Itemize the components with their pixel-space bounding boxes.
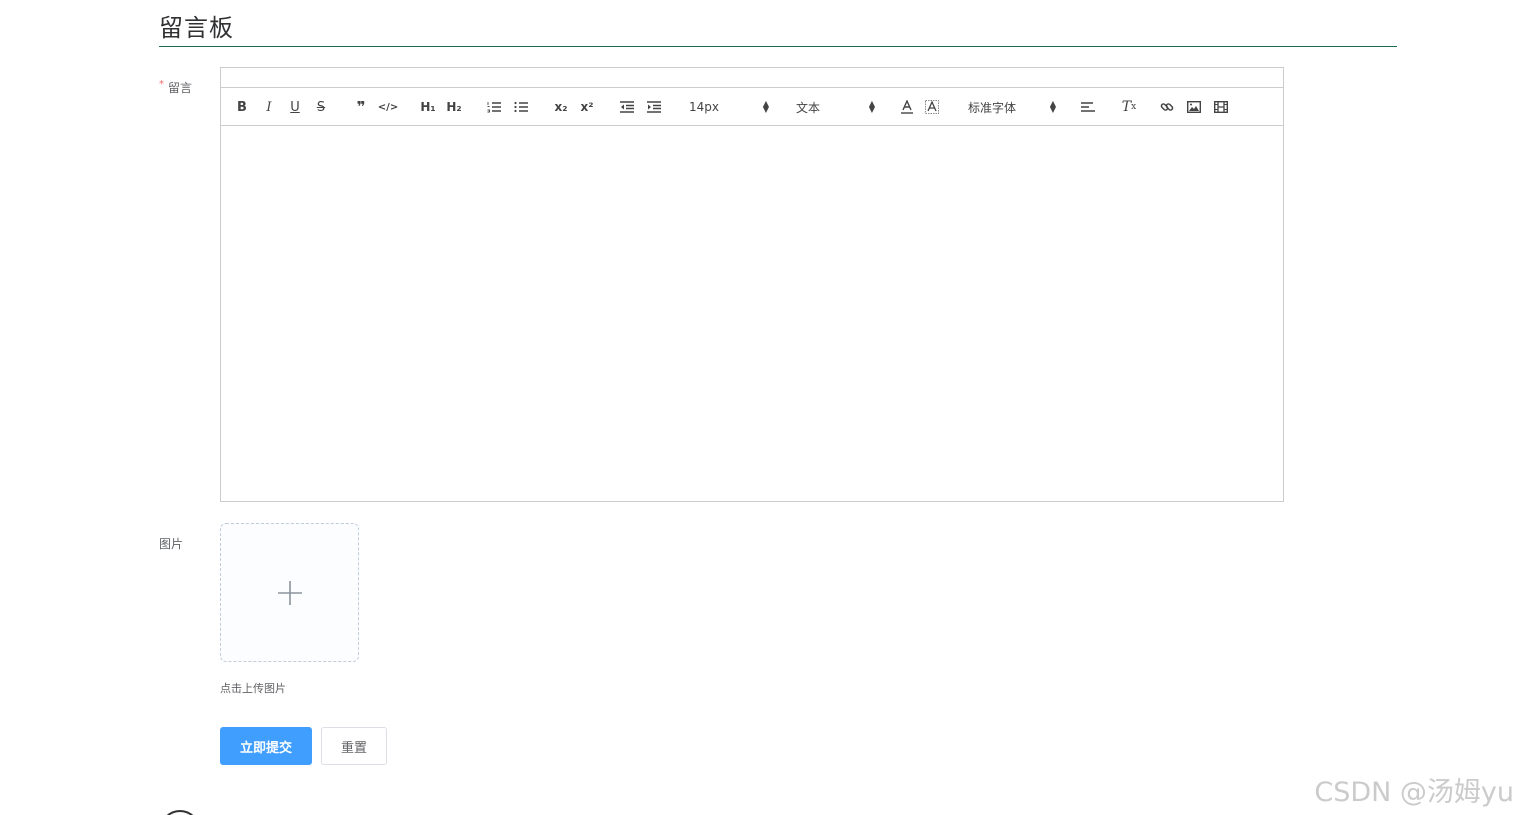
underline-icon[interactable]: U (287, 97, 303, 117)
video-icon[interactable] (1213, 97, 1229, 117)
editor-content-area[interactable] (221, 126, 1283, 499)
select-caret-icon: ▲ ▼ (762, 99, 769, 114)
message-label-text: 留言 (168, 81, 193, 95)
editor-toolbar: B I U S ❞ </> H₁ H₂ x₂ x² 14px ▲ ▼ 文本 ▲ ▼ (221, 88, 1283, 126)
font-size-select[interactable]: 14px ▲ ▼ (689, 96, 769, 118)
background-color-icon[interactable] (924, 97, 940, 117)
subscript-icon[interactable]: x₂ (552, 97, 570, 117)
select-caret-icon: ▲ ▼ (1049, 99, 1056, 114)
italic-icon[interactable]: I (261, 97, 277, 117)
bold-icon[interactable]: B (234, 97, 250, 117)
font-family-value: 标准字体 (968, 100, 1017, 115)
link-icon[interactable] (1159, 97, 1175, 117)
indent-icon[interactable] (646, 97, 662, 117)
message-label: * 留言 (159, 79, 192, 96)
header-value: 文本 (796, 100, 821, 115)
font-family-select[interactable]: 标准字体 ▲ ▼ (968, 96, 1056, 118)
page-title: 留言板 (159, 14, 234, 42)
editor-top-strip (221, 68, 1283, 88)
image-icon[interactable] (1186, 97, 1202, 117)
clear-format-icon[interactable]: Tx (1120, 97, 1138, 117)
blockquote-icon[interactable]: ❞ (353, 97, 369, 117)
upload-hint: 点击上传图片 (220, 682, 286, 695)
image-label: 图片 (159, 537, 184, 551)
header-select[interactable]: 文本 ▲ ▼ (796, 96, 875, 118)
plus-icon (277, 580, 302, 605)
title-divider (159, 46, 1397, 47)
code-block-icon[interactable]: </> (378, 97, 398, 117)
font-color-icon[interactable] (899, 97, 915, 117)
reset-button[interactable]: 重置 (321, 727, 387, 765)
select-caret-icon: ▲ ▼ (868, 99, 875, 114)
watermark: CSDN @汤姆yu (1314, 777, 1514, 808)
font-size-value: 14px (689, 100, 719, 114)
image-upload-box[interactable] (220, 523, 359, 662)
outdent-icon[interactable] (619, 97, 635, 117)
superscript-icon[interactable]: x² (578, 97, 596, 117)
align-icon[interactable] (1080, 97, 1096, 117)
h1-icon[interactable]: H₁ (418, 97, 438, 117)
submit-button[interactable]: 立即提交 (220, 727, 312, 765)
h2-icon[interactable]: H₂ (444, 97, 464, 117)
rich-text-editor: B I U S ❞ </> H₁ H₂ x₂ x² 14px ▲ ▼ 文本 ▲ ▼ (220, 67, 1284, 502)
required-mark: * (159, 79, 164, 90)
strike-icon[interactable]: S (313, 97, 329, 117)
avatar (160, 810, 200, 815)
ordered-list-icon[interactable] (486, 97, 502, 117)
bullet-list-icon[interactable] (513, 97, 529, 117)
